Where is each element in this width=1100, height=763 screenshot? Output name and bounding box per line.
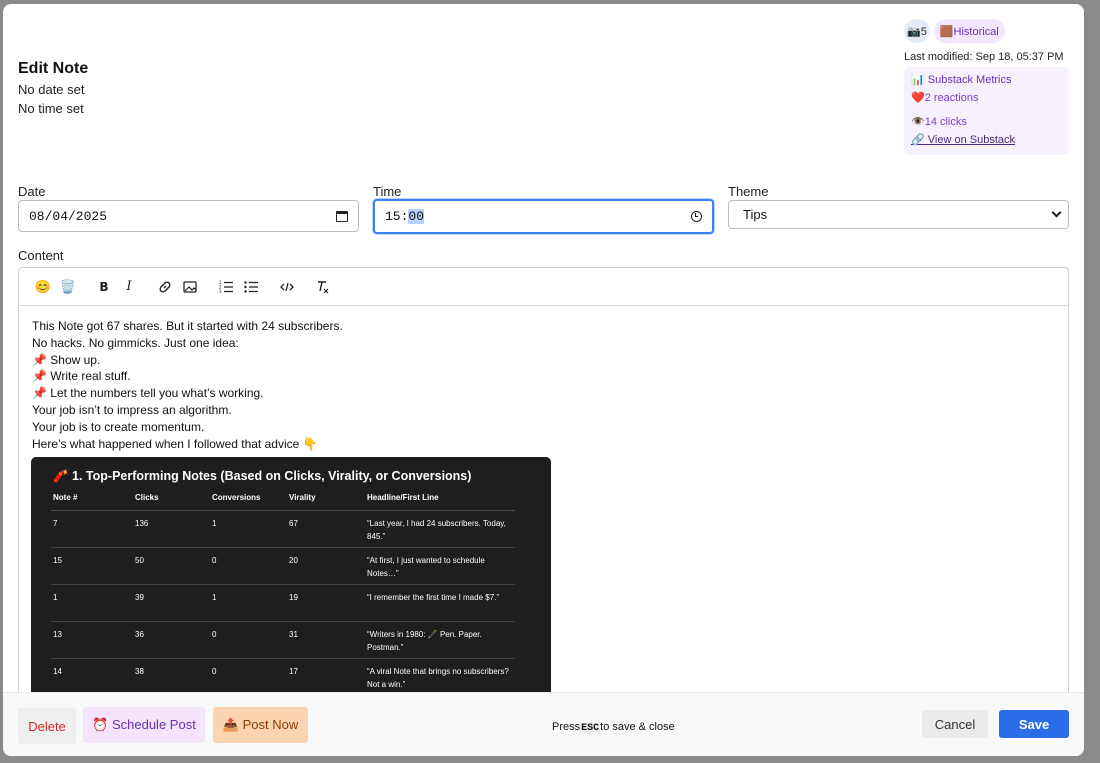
post-now-button[interactable]: 📤 Post Now [213, 707, 308, 743]
time-status: No time set [18, 101, 84, 116]
table-row: 14 38 0 17 “A viral Note that brings no … [51, 658, 515, 696]
image-count-badge[interactable]: 📷5 [904, 19, 930, 43]
table-cell: 7 [51, 510, 133, 548]
table-cell: “Last year, I had 24 subscribers. Today,… [365, 510, 515, 548]
code-icon[interactable] [275, 275, 299, 299]
note-meta-panel: 📷5 🟫Historical Last modified: Sep 18, 05… [904, 18, 1072, 155]
table-cell: 67 [287, 510, 365, 548]
emoji-icon[interactable]: 😊 [31, 275, 55, 299]
date-input[interactable]: 08/04/2025 [18, 200, 359, 232]
table-cell: 19 [287, 584, 365, 622]
content-line: Your job is to create momentum. [32, 419, 205, 434]
substack-metrics: 📊 Substack Metrics ❤️2 reactions 👁️14 cl… [904, 67, 1069, 155]
table-cell: 14 [51, 658, 133, 696]
content-editor[interactable]: 😊 🗑️ B I 123 This Note got 67 shares. Bu… [18, 267, 1069, 697]
historical-badge: 🟫Historical [933, 19, 1005, 43]
time-label: Time [373, 184, 402, 199]
table-header: Clicks [133, 490, 210, 511]
content-line: This Note got 67 shares. But it started … [32, 319, 343, 333]
table-cell: 1 [51, 584, 133, 622]
table-header: Virality [287, 490, 365, 511]
date-label: Date [18, 184, 46, 199]
delete-button[interactable]: Delete [18, 708, 76, 744]
ordered-list-icon[interactable]: 123 [214, 275, 238, 299]
time-hours: 15: [385, 209, 409, 224]
table-cell: 0 [210, 621, 287, 659]
content-label: Content [18, 248, 64, 263]
content-line: 📌 Let the numbers tell you what’s workin… [32, 386, 264, 401]
bold-button[interactable]: B [92, 275, 116, 299]
bullet-list-icon[interactable] [239, 275, 263, 299]
clicks-count: 👁️14 clicks [911, 116, 967, 128]
table-row: 1 39 1 19 “I remember the first time I m… [51, 584, 515, 622]
table-cell: 1 [210, 510, 287, 548]
embedded-table-image[interactable]: 🧨 1. Top-Performing Notes (Based on Clic… [31, 457, 551, 696]
table-cell: 17 [287, 658, 365, 696]
content-line: Here’s what happened when I followed tha… [32, 436, 318, 451]
metrics-title: 📊 Substack Metrics [911, 74, 1012, 86]
table-cell: “A viral Note that brings no subscribers… [365, 658, 515, 696]
time-minutes[interactable]: 00 [408, 209, 425, 224]
last-modified: Last modified: Sep 18, 05:37 PM [904, 51, 1064, 63]
table-cell: “I remember the first time I made $7.” [365, 584, 515, 622]
editor-text[interactable]: This Note got 67 shares. But it started … [19, 306, 1068, 452]
date-value: 08/04/2025 [29, 208, 108, 224]
table-header: Headline/First Line [365, 490, 515, 511]
view-on-substack-link[interactable]: 🔗 View on Substack [911, 131, 1063, 149]
theme-select[interactable]: Tips [728, 200, 1069, 229]
content-line: No hacks. No gimmicks. Just one idea: [32, 335, 239, 350]
cancel-button[interactable]: Cancel [922, 710, 988, 738]
image-table-title: 🧨 1. Top-Performing Notes (Based on Clic… [53, 469, 472, 483]
table-cell: 1 [210, 584, 287, 622]
table-cell: 20 [287, 547, 365, 585]
clock-icon[interactable] [691, 211, 702, 222]
italic-button[interactable]: I [117, 275, 141, 299]
table-row: 13 36 0 31 “Writers in 1980: 🖋️ Pen. Pap… [51, 621, 515, 659]
content-line: Your job isn’t to impress an algorithm. [32, 402, 232, 417]
top-notes-table: Note # Clicks Conversions Virality Headl… [51, 490, 515, 696]
table-cell: 0 [210, 658, 287, 696]
table-cell: 39 [133, 584, 210, 622]
table-cell: 15 [51, 547, 133, 585]
modal-footer: Delete ⏰ Schedule Post 📤 Post Now PressE… [3, 692, 1084, 756]
table-header: Conversions [210, 490, 287, 511]
edit-note-modal: Edit Note No date set No time set 📷5 🟫Hi… [3, 4, 1084, 756]
esc-key: ESC [580, 723, 601, 734]
table-row: 7 136 1 67 “Last year, I had 24 subscrib… [51, 510, 515, 548]
date-status: No date set [18, 82, 85, 97]
theme-label: Theme [728, 184, 769, 199]
calendar-icon[interactable] [336, 210, 348, 222]
table-cell: 36 [133, 621, 210, 659]
content-line: 📌 Show up. [32, 352, 101, 367]
table-cell: 31 [287, 621, 365, 659]
table-cell: “Writers in 1980: 🖋️ Pen. Paper. Postman… [365, 621, 515, 659]
editor-toolbar: 😊 🗑️ B I 123 [19, 268, 1068, 306]
clear-format-icon[interactable] [311, 275, 335, 299]
schedule-post-button[interactable]: ⏰ Schedule Post [83, 707, 205, 743]
table-cell: 136 [133, 510, 210, 548]
table-cell: 38 [133, 658, 210, 696]
trash-icon[interactable]: 🗑️ [56, 275, 80, 299]
time-input[interactable]: 15:00 [373, 199, 714, 234]
reactions-count: ❤️2 reactions [911, 92, 979, 104]
table-cell: 0 [210, 547, 287, 585]
keyboard-hint: PressESCto save & close [552, 721, 675, 734]
theme-value: Tips [743, 207, 768, 222]
image-icon[interactable] [178, 275, 202, 299]
chevron-down-icon [1051, 207, 1062, 218]
modal-title: Edit Note [18, 60, 89, 77]
content-line: 📌 Write real stuff. [32, 369, 131, 384]
table-cell: 13 [51, 621, 133, 659]
link-icon[interactable] [153, 275, 177, 299]
table-cell: “At first, I just wanted to schedule Not… [365, 547, 515, 585]
svg-text:3: 3 [219, 289, 222, 293]
table-cell: 50 [133, 547, 210, 585]
save-button[interactable]: Save [999, 710, 1069, 738]
table-row: 15 50 0 20 “At first, I just wanted to s… [51, 547, 515, 585]
table-header: Note # [51, 490, 133, 511]
